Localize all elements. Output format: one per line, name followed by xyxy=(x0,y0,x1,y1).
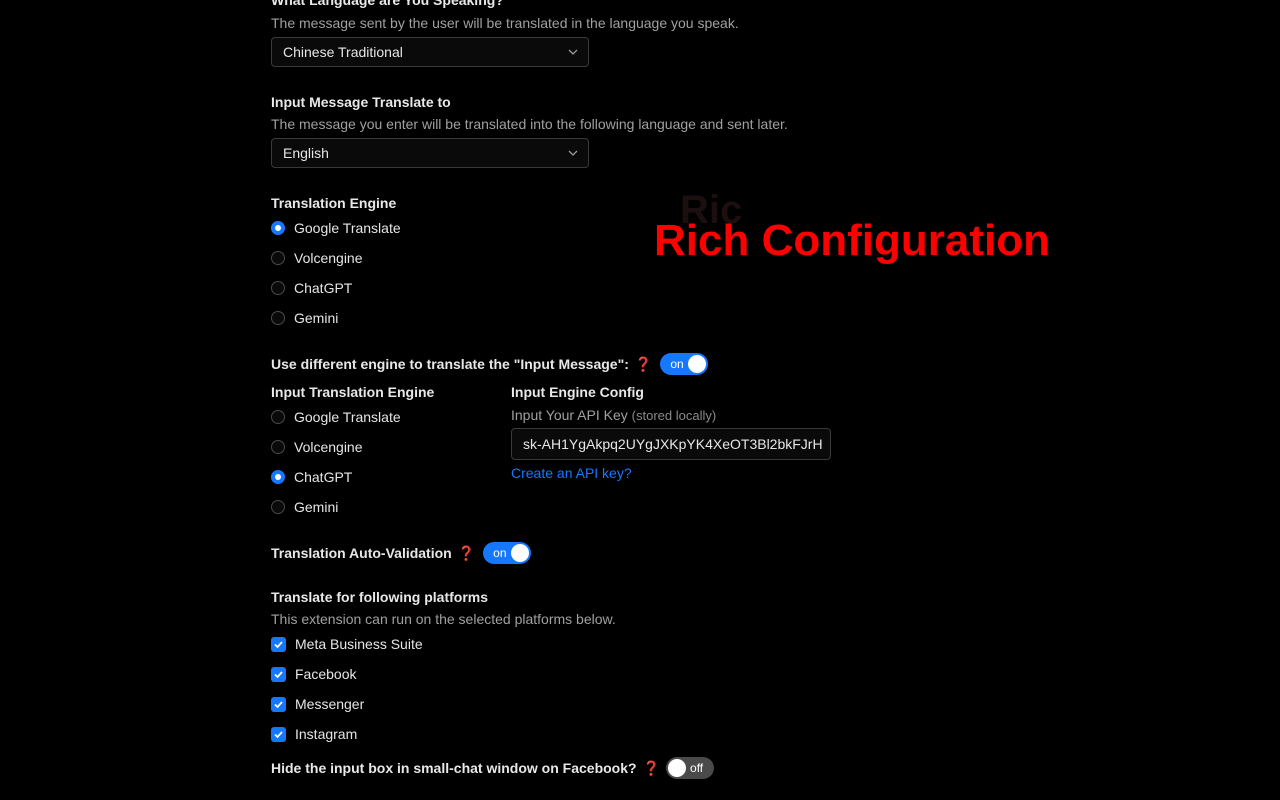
help-icon[interactable]: ❓ xyxy=(635,356,652,373)
platform-label: Meta Business Suite xyxy=(295,636,423,652)
chevron-down-icon xyxy=(568,49,578,55)
translation-engine-heading: Translation Engine xyxy=(271,195,397,211)
radio-icon xyxy=(271,251,285,265)
different-engine-toggle[interactable]: on xyxy=(660,353,709,375)
input-translate-heading: Input Message Translate to xyxy=(271,94,451,110)
input-translate-description: The message you enter will be translated… xyxy=(271,116,788,132)
radio-icon xyxy=(271,440,285,454)
input-engine-option-label: Gemini xyxy=(294,499,339,515)
hide-input-row: Hide the input box in small-chat window … xyxy=(271,757,715,779)
auto-validation-row: Translation Auto-Validation ❓ on xyxy=(271,542,532,564)
platform-label: Facebook xyxy=(295,666,357,682)
translation-engine-radio-group: Google Translate Volcengine ChatGPT Gemi… xyxy=(271,213,401,333)
radio-selected-icon xyxy=(271,470,285,484)
api-key-label-row: Input Your API Key (stored locally) xyxy=(511,407,716,423)
engine-option-label: Gemini xyxy=(294,310,339,326)
help-icon[interactable]: ❓ xyxy=(458,545,475,562)
api-key-hint: (stored locally) xyxy=(631,408,717,423)
toggle-knob xyxy=(688,355,707,373)
platform-facebook[interactable]: Facebook xyxy=(271,659,423,689)
engine-config-heading: Input Engine Config xyxy=(511,384,644,400)
engine-option-label: Volcengine xyxy=(294,250,363,266)
engine-option-label: ChatGPT xyxy=(294,280,353,296)
speak-language-heading: What Language are You Speaking? xyxy=(271,0,504,8)
toggle-knob xyxy=(511,544,530,562)
platforms-checkbox-group: Meta Business Suite Facebook Messenger I… xyxy=(271,629,423,749)
input-engine-option-label: ChatGPT xyxy=(294,469,353,485)
input-engine-radio-group: Google Translate Volcengine ChatGPT Gemi… xyxy=(271,402,401,522)
radio-icon xyxy=(271,311,285,325)
platform-label: Instagram xyxy=(295,726,358,742)
toggle-state-label: on xyxy=(670,357,684,371)
rich-configuration-caption: Rich Configuration xyxy=(654,216,1050,265)
toggle-state-label: on xyxy=(493,546,507,560)
auto-validation-label: Translation Auto-Validation xyxy=(271,545,452,561)
speak-language-select[interactable]: Chinese Traditional xyxy=(271,37,589,67)
radio-icon xyxy=(271,281,285,295)
input-engine-option-label: Google Translate xyxy=(294,409,401,425)
input-engine-option-chatgpt[interactable]: ChatGPT xyxy=(271,462,401,492)
checkbox-checked-icon xyxy=(271,666,286,682)
help-icon[interactable]: ❓ xyxy=(643,760,660,777)
engine-option-volcengine[interactable]: Volcengine xyxy=(271,243,401,273)
input-translate-value: English xyxy=(283,145,329,161)
platform-messenger[interactable]: Messenger xyxy=(271,689,423,719)
platform-meta-business-suite[interactable]: Meta Business Suite xyxy=(271,629,423,659)
platform-instagram[interactable]: Instagram xyxy=(271,719,423,749)
input-engine-option-label: Volcengine xyxy=(294,439,363,455)
checkbox-checked-icon xyxy=(271,726,286,742)
radio-icon xyxy=(271,500,285,514)
auto-validation-toggle[interactable]: on xyxy=(483,542,532,564)
hide-input-toggle[interactable]: off xyxy=(666,757,715,779)
toggle-knob xyxy=(668,759,687,777)
radio-selected-icon xyxy=(271,221,285,235)
speak-language-value: Chinese Traditional xyxy=(283,44,403,60)
hide-input-label: Hide the input box in small-chat window … xyxy=(271,760,637,776)
toggle-state-label: off xyxy=(690,761,704,775)
chevron-down-icon xyxy=(568,150,578,156)
platforms-heading: Translate for following platforms xyxy=(271,589,489,605)
engine-option-chatgpt[interactable]: ChatGPT xyxy=(271,273,401,303)
engine-option-label: Google Translate xyxy=(294,220,401,236)
platforms-description: This extension can run on the selected p… xyxy=(271,611,616,627)
radio-icon xyxy=(271,410,285,424)
api-key-label: Input Your API Key xyxy=(511,407,628,423)
create-api-key-link[interactable]: Create an API key? xyxy=(511,465,632,481)
input-engine-option-google[interactable]: Google Translate xyxy=(271,402,401,432)
platform-label: Messenger xyxy=(295,696,365,712)
input-engine-option-volcengine[interactable]: Volcengine xyxy=(271,432,401,462)
checkbox-checked-icon xyxy=(271,696,286,712)
engine-option-google[interactable]: Google Translate xyxy=(271,213,401,243)
checkbox-checked-icon xyxy=(271,636,286,652)
speak-language-description: The message sent by the user will be tra… xyxy=(271,15,739,31)
input-translate-select[interactable]: English xyxy=(271,138,589,168)
api-key-input[interactable]: sk-AH1YgAkpq2UYgJXKpYK4XeOT3Bl2bkFJrH xyxy=(511,428,831,460)
input-engine-option-gemini[interactable]: Gemini xyxy=(271,492,401,522)
different-engine-label: Use different engine to translate the "I… xyxy=(271,356,629,372)
engine-option-gemini[interactable]: Gemini xyxy=(271,303,401,333)
different-engine-row: Use different engine to translate the "I… xyxy=(271,353,709,375)
input-engine-heading: Input Translation Engine xyxy=(271,384,435,400)
